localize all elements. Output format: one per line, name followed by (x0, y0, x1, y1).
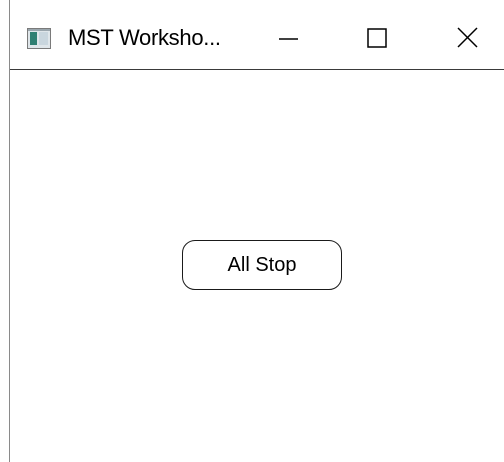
close-button[interactable] (446, 17, 492, 61)
window-title: MST Worksho... (68, 25, 221, 50)
minimize-button[interactable] (266, 17, 312, 61)
close-icon (457, 27, 478, 48)
app-window: MST Worksho... All Stop (9, 0, 504, 462)
all-stop-button[interactable]: All Stop (182, 240, 342, 290)
app-icon-pane-left (30, 32, 37, 45)
client-area: All Stop (10, 70, 504, 462)
title-bar[interactable]: MST Worksho... (10, 0, 504, 70)
app-icon-topbar (28, 29, 50, 31)
maximize-button[interactable] (356, 17, 402, 61)
app-window-icon[interactable] (27, 28, 51, 49)
app-icon-pane-right (39, 32, 48, 45)
maximize-icon (367, 28, 387, 48)
minimize-icon (279, 38, 298, 40)
